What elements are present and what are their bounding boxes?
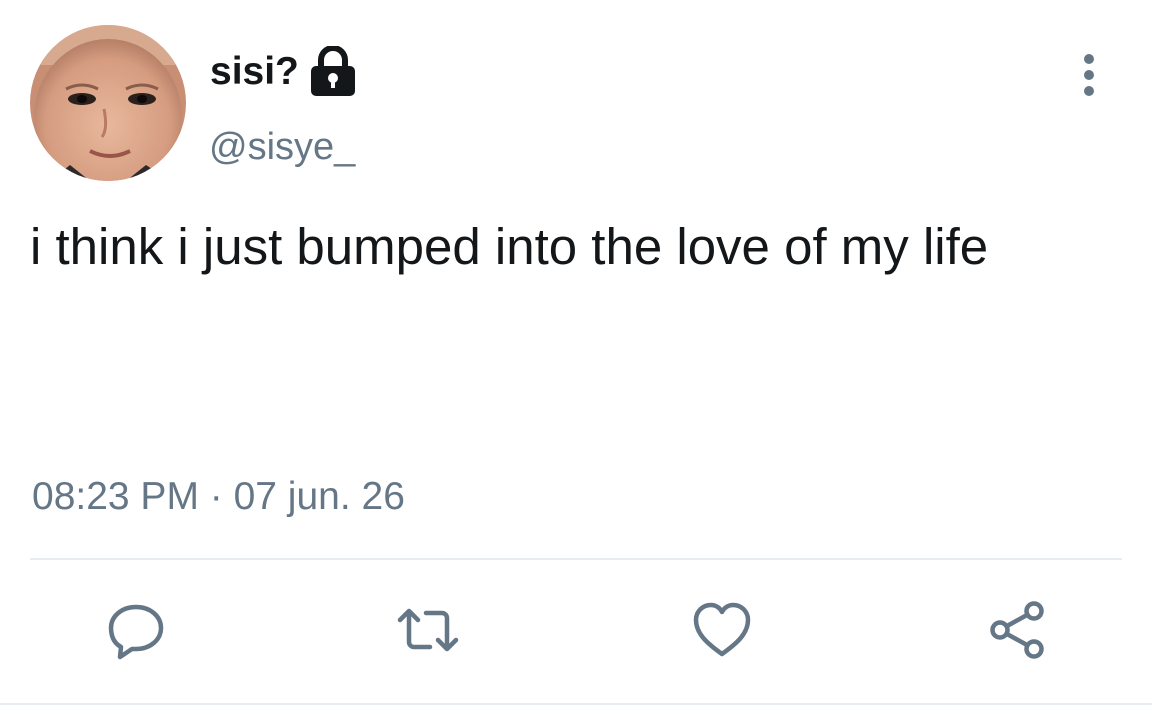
divider bbox=[30, 558, 1122, 560]
retweet-button[interactable] bbox=[396, 598, 460, 662]
reply-button[interactable] bbox=[104, 598, 168, 662]
share-icon bbox=[990, 601, 1044, 659]
user-handle[interactable]: @sisye_ bbox=[209, 122, 355, 172]
tweet-text: i think i just bumped into the love of m… bbox=[30, 218, 989, 275]
tweet-timestamp[interactable]: 08:23 PM · 07 jun. 26 bbox=[32, 470, 405, 524]
like-button[interactable] bbox=[690, 598, 754, 662]
reply-icon bbox=[108, 604, 164, 660]
share-button[interactable] bbox=[986, 598, 1050, 662]
retweet-icon bbox=[397, 608, 459, 652]
bottom-divider bbox=[0, 703, 1152, 705]
heart-icon bbox=[693, 602, 751, 657]
avatar[interactable] bbox=[30, 25, 186, 181]
lock-icon bbox=[309, 45, 357, 98]
display-name[interactable]: sisi? bbox=[210, 44, 299, 100]
more-vertical-icon[interactable] bbox=[1070, 52, 1108, 98]
user-name-row: sisi? bbox=[210, 44, 357, 100]
